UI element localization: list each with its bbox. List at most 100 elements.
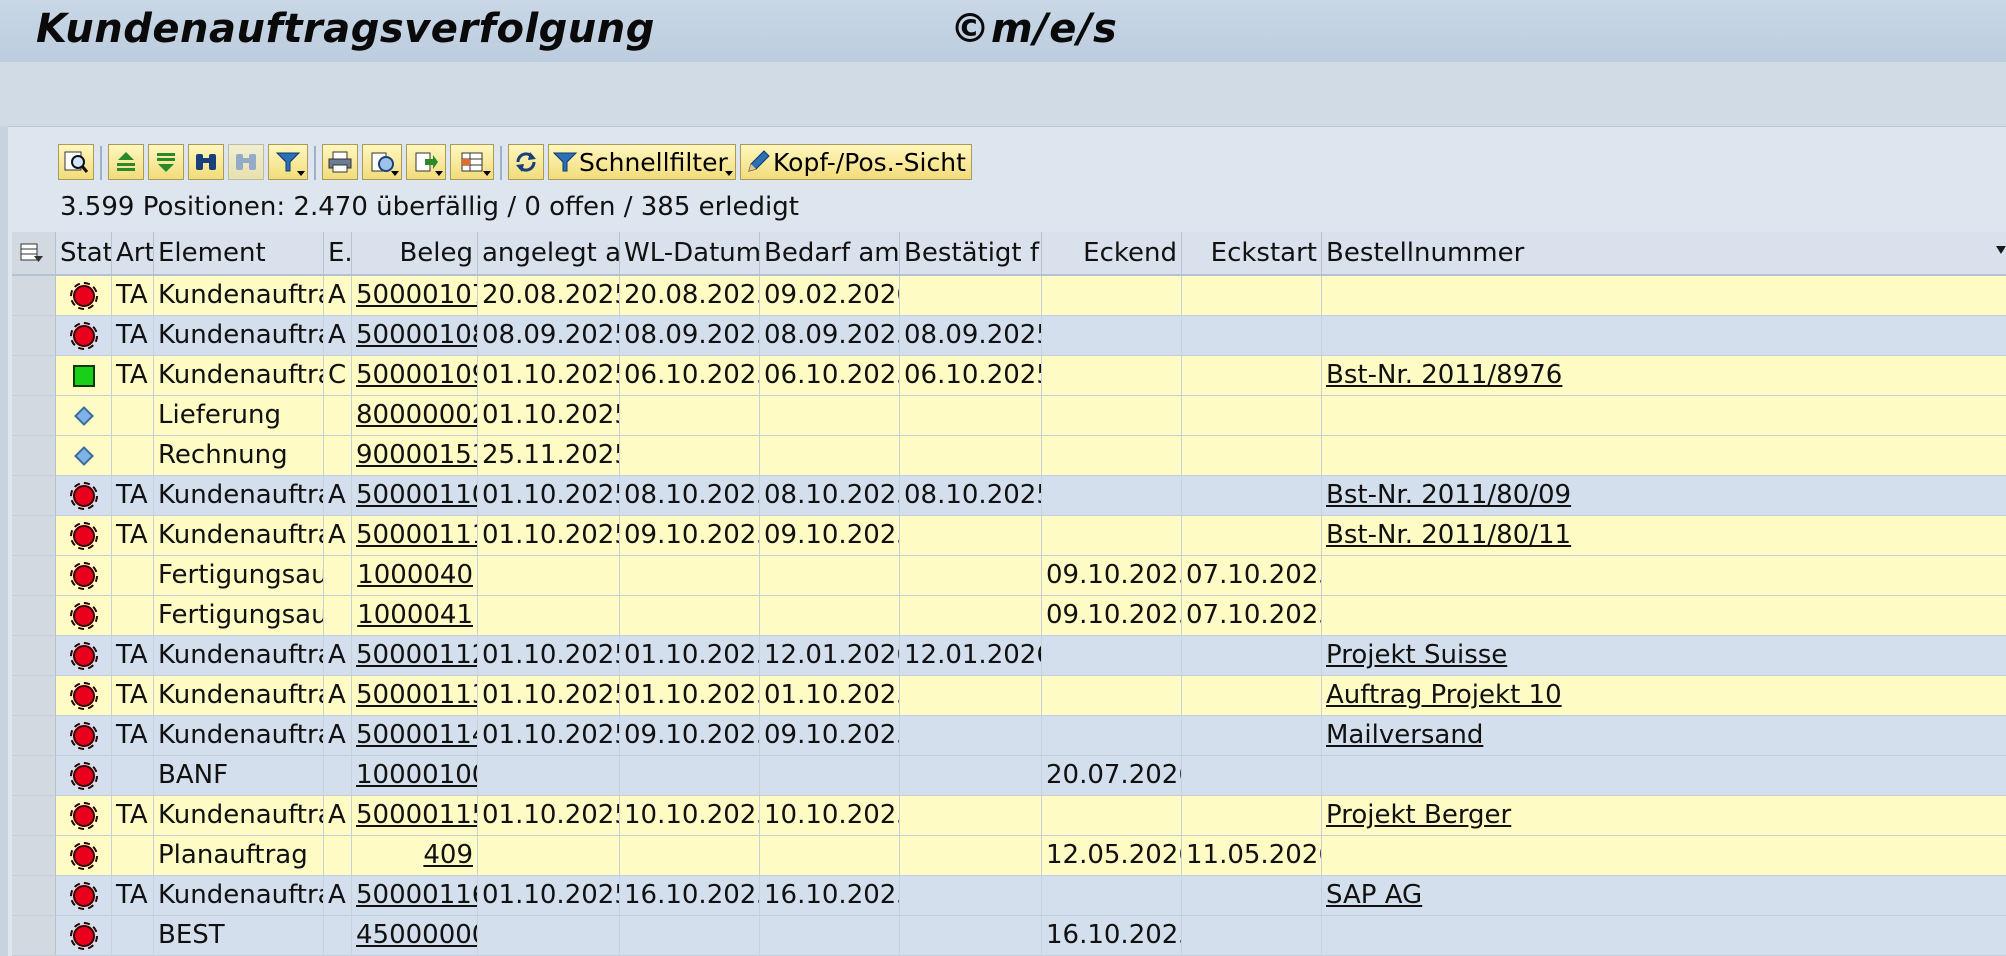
column-header-bestaetigt-fuer[interactable]: Bestätigt für	[900, 232, 1042, 274]
row-selector[interactable]	[12, 916, 56, 955]
beleg-link[interactable]: 50000107	[356, 280, 477, 310]
beleg-link[interactable]: 409	[423, 840, 473, 870]
cell-bestellnummer-link[interactable]: Auftrag Projekt 10	[1322, 676, 2006, 715]
row-selector[interactable]	[12, 756, 56, 795]
table-row[interactable]: BANF 10000100 20.07.2026	[12, 756, 2006, 796]
row-selector[interactable]	[12, 516, 56, 555]
beleg-link[interactable]: 50000115	[356, 800, 477, 830]
beleg-link[interactable]: 50000108	[356, 320, 477, 350]
row-selector[interactable]	[12, 716, 56, 755]
table-row[interactable]: Rechnung 90000153 25.11.2025	[12, 436, 2006, 476]
row-selector[interactable]	[12, 396, 56, 435]
beleg-link[interactable]: 4500000042	[356, 920, 477, 950]
cell-beleg-link[interactable]: 50000109	[352, 356, 478, 395]
sort-descending-button[interactable]	[148, 144, 184, 180]
refresh-button[interactable]	[508, 144, 544, 180]
views-button[interactable]	[362, 144, 402, 180]
table-row[interactable]: TAKundenauftragA5000011601.10.202516.10.…	[12, 876, 2006, 916]
bestellnummer-link[interactable]: SAP AG	[1326, 880, 1422, 910]
column-header-bestellnummer[interactable]: Bestellnummer	[1322, 232, 1568, 274]
cell-bestellnummer-link[interactable]: Bst-Nr. 2011/80/11	[1322, 516, 2006, 555]
cell-beleg-link[interactable]: 80000002	[352, 396, 478, 435]
cell-beleg-link[interactable]: 10000100	[352, 756, 478, 795]
table-row[interactable]: Lieferung 80000002 01.10.2025	[12, 396, 2006, 436]
beleg-link[interactable]: 50000110	[356, 480, 477, 510]
cell-beleg-link[interactable]: 50000110	[352, 476, 478, 515]
row-selector[interactable]	[12, 316, 56, 355]
bestellnummer-link[interactable]: Projekt Suisse	[1326, 640, 1507, 670]
cell-bestellnummer-link[interactable]: Bst-Nr. 2011/80/09	[1322, 476, 2006, 515]
cell-bestellnummer-link[interactable]: Projekt Suisse	[1322, 636, 2006, 675]
bestellnummer-link[interactable]: Bst-Nr. 2011/80/09	[1326, 480, 1571, 510]
row-selector[interactable]	[12, 476, 56, 515]
column-header-beleg[interactable]: Beleg	[352, 232, 478, 274]
beleg-link[interactable]: 1000041	[357, 600, 473, 630]
cell-bestellnummer-link[interactable]: Mailversand	[1322, 716, 2006, 755]
table-row[interactable]: Planauftrag 409 12.05.2026 11.05.2026	[12, 836, 2006, 876]
details-button[interactable]	[58, 144, 94, 180]
cell-beleg-link[interactable]: 50000107	[352, 276, 478, 315]
table-row[interactable]: Fertigungsauftrag 1000040 09.10.202507.10.…	[12, 556, 2006, 596]
row-selector[interactable]	[12, 356, 56, 395]
beleg-link[interactable]: 50000111	[356, 520, 477, 550]
row-selector[interactable]	[12, 836, 56, 875]
bestellnummer-link[interactable]: Bst-Nr. 2011/80/11	[1326, 520, 1571, 550]
cell-beleg-link[interactable]: 50000116	[352, 876, 478, 915]
beleg-link[interactable]: 10000100	[356, 760, 477, 790]
sort-ascending-button[interactable]	[108, 144, 144, 180]
cell-beleg-link[interactable]: 409	[352, 836, 478, 875]
table-row[interactable]: TAKundenauftragA5000011501.10.202510.10.…	[12, 796, 2006, 836]
column-header-angelegt-am[interactable]: angelegt am	[478, 232, 620, 274]
beleg-link[interactable]: 50000116	[356, 880, 477, 910]
table-row[interactable]: TAKundenauftragA5000011101.10.202509.10.…	[12, 516, 2006, 556]
export-button[interactable]	[406, 144, 446, 180]
schnellfilter-button[interactable]: Schnellfilter	[548, 144, 736, 180]
column-header-eckend[interactable]: Eckend	[1042, 232, 1182, 274]
bestellnummer-link[interactable]: Auftrag Projekt 10	[1326, 680, 1562, 710]
cell-beleg-link[interactable]: 90000153	[352, 436, 478, 475]
cell-beleg-link[interactable]: 50000113	[352, 676, 478, 715]
cell-beleg-link[interactable]: 1000040	[352, 556, 478, 595]
table-row[interactable]: BEST 4500000042 16.10.2025	[12, 916, 2006, 956]
beleg-link[interactable]: 1000040	[357, 560, 473, 590]
kopf-pos-sicht-button[interactable]: Kopf-/Pos.-Sicht	[740, 144, 972, 180]
bestellnummer-link[interactable]: Projekt Berger	[1326, 800, 1511, 830]
column-scroll-arrow-icon[interactable]	[1996, 246, 2006, 254]
cell-bestellnummer-link[interactable]: SAP AG	[1322, 876, 2006, 915]
table-row[interactable]: TAKundenauftragA5000011001.10.202508.10.…	[12, 476, 2006, 516]
column-header-eckstart[interactable]: Eckstart	[1182, 232, 1322, 274]
grid-settings-button[interactable]	[12, 232, 56, 274]
row-selector[interactable]	[12, 636, 56, 675]
column-header-art[interactable]: Art	[112, 232, 154, 274]
row-selector[interactable]	[12, 276, 56, 315]
cell-beleg-link[interactable]: 1000041	[352, 596, 478, 635]
cell-beleg-link[interactable]: 50000114	[352, 716, 478, 755]
beleg-link[interactable]: 50000112	[356, 640, 477, 670]
table-row[interactable]: Fertigungsauftrag 1000041 09.10.202507.10.…	[12, 596, 2006, 636]
beleg-link[interactable]: 50000113	[356, 680, 477, 710]
table-row[interactable]: TAKundenauftragC5000010901.10.202506.10.…	[12, 356, 2006, 396]
cell-bestellnummer-link[interactable]: Projekt Berger	[1322, 796, 2006, 835]
row-selector[interactable]	[12, 596, 56, 635]
find-button[interactable]	[188, 144, 224, 180]
row-selector[interactable]	[12, 556, 56, 595]
table-row[interactable]: TAKundenauftragA5000011401.10.202509.10.…	[12, 716, 2006, 756]
filter-button[interactable]	[268, 144, 308, 180]
cell-bestellnummer-link[interactable]: Bst-Nr. 2011/8976	[1322, 356, 2006, 395]
column-header-bedarf-am[interactable]: Bedarf am	[760, 232, 900, 274]
cell-beleg-link[interactable]: 4500000042	[352, 916, 478, 955]
find-next-button[interactable]	[228, 144, 264, 180]
column-header-e[interactable]: E...	[324, 232, 352, 274]
column-header-element[interactable]: Element	[154, 232, 324, 274]
bestellnummer-link[interactable]: Mailversand	[1326, 720, 1483, 750]
beleg-link[interactable]: 80000002	[356, 400, 477, 430]
column-header-wl-datum[interactable]: WL-Datum	[620, 232, 760, 274]
cell-beleg-link[interactable]: 50000115	[352, 796, 478, 835]
cell-beleg-link[interactable]: 50000108	[352, 316, 478, 355]
row-selector[interactable]	[12, 796, 56, 835]
print-button[interactable]	[322, 144, 358, 180]
table-row[interactable]: TAKundenauftragA5000011201.10.202501.10.…	[12, 636, 2006, 676]
beleg-link[interactable]: 90000153	[356, 440, 477, 470]
cell-beleg-link[interactable]: 50000112	[352, 636, 478, 675]
layout-button[interactable]	[450, 144, 494, 180]
